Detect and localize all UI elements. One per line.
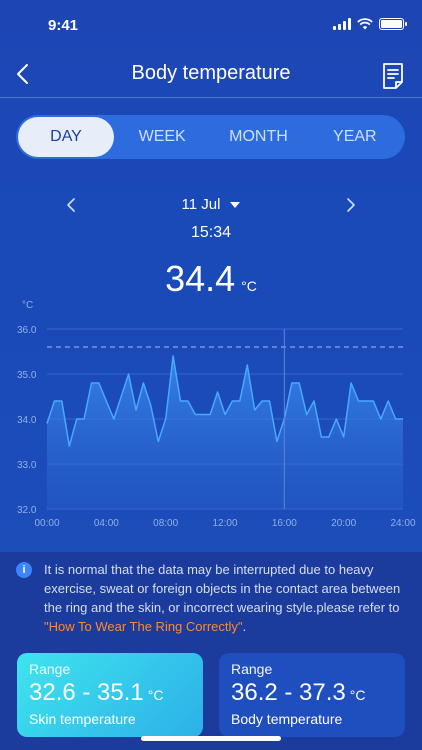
period-tabs: DAY WEEK MONTH YEAR: [16, 115, 405, 159]
skin-range-label: Range: [29, 661, 71, 677]
cellular-signal-icon: [333, 18, 351, 30]
tab-month[interactable]: MONTH: [210, 117, 306, 157]
body-range-label: Range: [231, 661, 273, 677]
temperature-reading: 34.4 °C: [0, 258, 422, 300]
body-temperature-card[interactable]: Range 36.2 - 37.3 °C Body temperature: [219, 653, 405, 737]
chart-svg: °C 36.0 35.0 34.0 33.0 32.0 00:00 04:00 08:00 12:…: [17, 300, 416, 529]
skin-range-text: 32.6 - 35.1: [29, 679, 144, 706]
date-dropdown[interactable]: 11 Jul: [0, 196, 422, 213]
data-notice: i It is normal that the data may be inte…: [16, 560, 408, 636]
y-tick-label: 35.0: [17, 370, 37, 381]
temperature-unit: °C: [241, 278, 257, 294]
skin-temperature-card[interactable]: Range 32.6 - 35.1 °C Skin temperature: [17, 653, 203, 737]
skin-card-name: Skin temperature: [29, 711, 136, 727]
body-range-unit: °C: [349, 687, 366, 703]
wifi-icon: [357, 18, 373, 30]
notice-body: It is normal that the data may be interr…: [44, 562, 401, 615]
tab-year[interactable]: YEAR: [307, 117, 403, 157]
x-tick-label: 00:00: [34, 518, 59, 529]
nav-bar: Body temperature: [0, 50, 422, 98]
y-tick-label: 33.0: [17, 460, 37, 471]
date-selector: 11 Jul: [0, 192, 422, 218]
skin-range-value: 32.6 - 35.1 °C: [29, 679, 191, 707]
body-card-name: Body temperature: [231, 711, 343, 727]
x-tick-label: 12:00: [212, 518, 237, 529]
notice-end: .: [242, 619, 247, 634]
selected-time: 15:34: [190, 224, 232, 241]
temperature-value: 34.4: [165, 258, 236, 299]
y-tick-label: 36.0: [17, 325, 37, 336]
info-icon: i: [16, 562, 32, 578]
x-tick-label: 16:00: [272, 518, 297, 529]
status-time: 9:41: [48, 17, 79, 34]
x-tick-label: 20:00: [331, 518, 356, 529]
next-day-icon[interactable]: [344, 196, 358, 214]
x-tick-label: 24:00: [390, 518, 415, 529]
skin-range-unit: °C: [147, 687, 164, 703]
body-range-value: 36.2 - 37.3 °C: [231, 679, 393, 707]
date-label: 11 Jul: [181, 196, 221, 213]
y-axis-unit: °C: [22, 300, 33, 311]
document-icon[interactable]: [382, 62, 404, 90]
y-tick-label: 34.0: [17, 415, 37, 426]
page-title: Body temperature: [131, 62, 291, 84]
body-range-text: 36.2 - 37.3: [231, 679, 346, 706]
status-icons: [333, 18, 407, 30]
wear-guide-link[interactable]: "How To Wear The Ring Correctly": [44, 619, 243, 634]
home-indicator: [141, 736, 281, 741]
status-bar: 9:41: [0, 0, 422, 50]
x-tick-label: 08:00: [153, 518, 178, 529]
tab-week[interactable]: WEEK: [114, 117, 210, 157]
battery-icon: [379, 18, 407, 30]
x-tick-label: 04:00: [94, 518, 119, 529]
tab-day[interactable]: DAY: [18, 117, 114, 157]
temperature-area: [47, 356, 403, 509]
temperature-chart[interactable]: °C 36.0 35.0 34.0 33.0 32.0 00:00 04:00 08:00 12:…: [0, 298, 422, 538]
y-tick-label: 32.0: [17, 505, 37, 516]
notice-text: It is normal that the data may be interr…: [44, 560, 408, 636]
caret-down-icon: [230, 202, 241, 209]
